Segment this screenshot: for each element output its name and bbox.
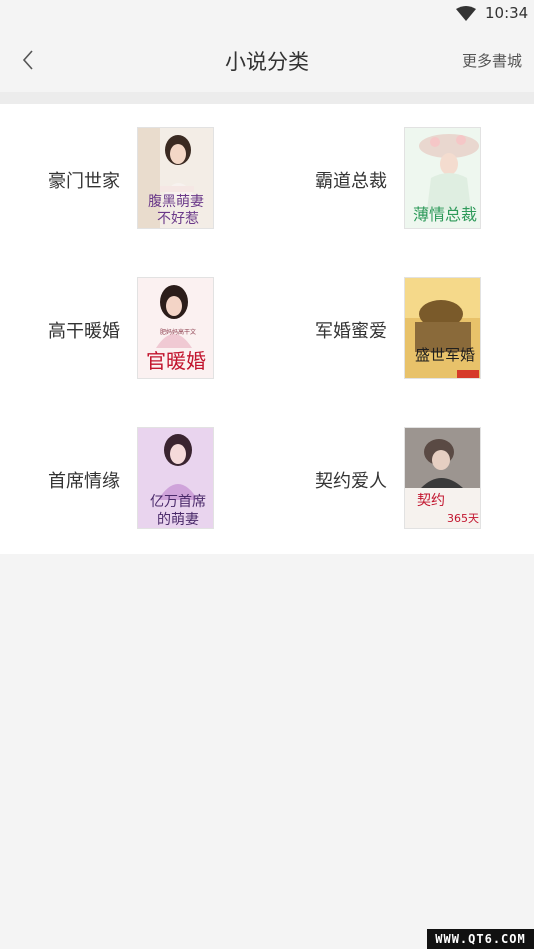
- category-item-shouxi[interactable]: 首席情缘 亿万首席 的萌妻: [0, 404, 267, 554]
- svg-text:不好惹: 不好惹: [157, 211, 199, 227]
- category-label: 首席情缘: [48, 471, 120, 492]
- svg-text:官暖婚: 官暖婚: [146, 349, 206, 373]
- nav-bar: 小说分类 更多書城: [0, 28, 534, 92]
- svg-text:契约: 契约: [417, 493, 445, 509]
- wifi-icon: [456, 6, 476, 21]
- category-item-gaogan[interactable]: 高干暖婚 肥妈妈高干文 官暖婚: [0, 254, 267, 404]
- site-watermark: WWW.QT6.COM: [427, 929, 534, 949]
- page-title: 小说分类: [225, 50, 309, 74]
- svg-text:腹黑萌妻: 腹黑萌妻: [148, 193, 204, 210]
- category-item-badao[interactable]: 霸道总裁 薄情总裁: [267, 104, 534, 254]
- svg-text:亿万首席: 亿万首席: [150, 494, 206, 510]
- category-label: 豪门世家: [48, 171, 120, 192]
- status-bar: 10:34: [0, 0, 534, 28]
- category-item-junhun[interactable]: 军婚蜜爱 盛世军婚: [267, 254, 534, 404]
- category-label: 高干暖婚: [48, 321, 120, 342]
- book-cover-image: 腹黑萌妻 不好惹: [137, 127, 214, 229]
- category-grid: 豪门世家 腹黑萌妻 不好惹 霸道总裁 薄情总裁 高干暖婚 肥妈妈高干文 官暖婚 …: [0, 104, 534, 554]
- svg-text:肥妈妈高干文: 肥妈妈高干文: [160, 328, 196, 336]
- book-cover-image: 盛世军婚: [404, 277, 481, 379]
- book-cover-image: 亿万首席 的萌妻: [137, 427, 214, 529]
- category-label: 军婚蜜爱: [315, 321, 387, 342]
- category-label: 契约爱人: [315, 471, 387, 492]
- svg-text:的萌妻: 的萌妻: [157, 512, 199, 528]
- svg-text:薄情总裁: 薄情总裁: [413, 205, 477, 224]
- category-label: 霸道总裁: [315, 171, 387, 192]
- more-bookstore-link[interactable]: 更多書城: [462, 50, 522, 71]
- status-time: 10:34: [485, 4, 529, 22]
- book-cover-image: 契约 365天: [404, 427, 481, 529]
- category-item-qiyue[interactable]: 契约爱人 契约 365天: [267, 404, 534, 554]
- section-divider: [0, 92, 534, 104]
- category-item-haomen[interactable]: 豪门世家 腹黑萌妻 不好惹: [0, 104, 267, 254]
- svg-text:365天: 365天: [447, 512, 479, 525]
- svg-text:盛世军婚: 盛世军婚: [415, 346, 475, 364]
- book-cover-image: 肥妈妈高干文 官暖婚: [137, 277, 214, 379]
- book-cover-image: 薄情总裁: [404, 127, 481, 229]
